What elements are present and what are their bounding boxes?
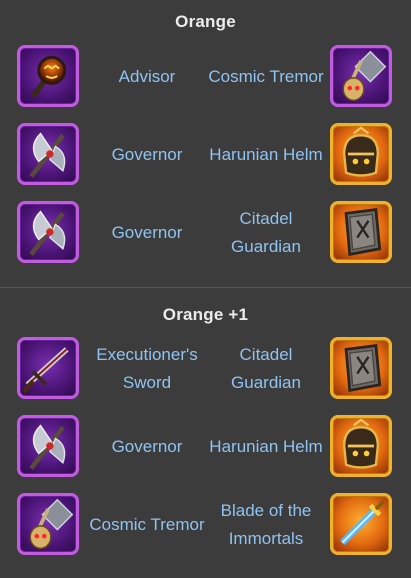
harunian-helm-icon[interactable] xyxy=(330,123,392,185)
cosmic-tremor-icon[interactable] xyxy=(330,45,392,107)
section-divider xyxy=(0,287,411,288)
item-name: Citadel Guardian xyxy=(231,345,301,392)
citadel-guardian-icon[interactable] xyxy=(330,201,392,263)
governor-icon[interactable] xyxy=(17,123,79,185)
item-name: Cosmic Tremor xyxy=(208,67,324,86)
item-name: Citadel Guardian xyxy=(231,209,301,256)
item-name: Advisor xyxy=(118,67,176,86)
item-row: Executioner's Sword Citadel Guardian xyxy=(0,337,411,407)
governor-icon[interactable] xyxy=(17,201,79,263)
cosmic-tremor-icon[interactable] xyxy=(17,493,79,555)
harunian-helm-icon[interactable] xyxy=(330,415,392,477)
item-row: Advisor Cosmic Tremor xyxy=(0,45,411,115)
item-name: Executioner's Sword xyxy=(96,345,198,392)
section-title-orange: Orange xyxy=(175,12,236,31)
item-name: Governor xyxy=(111,223,183,242)
item-name: Blade of the Immortals xyxy=(220,501,312,548)
item-name: Cosmic Tremor xyxy=(89,515,205,534)
item-name: Governor xyxy=(111,145,183,164)
section-title-orange-plus-1: Orange +1 xyxy=(162,305,249,324)
item-row: Cosmic Tremor Blade of the Immortals xyxy=(0,493,411,563)
item-name: Governor xyxy=(111,437,183,456)
governor-icon[interactable] xyxy=(17,415,79,477)
blade-of-the-immortals-icon[interactable] xyxy=(330,493,392,555)
item-name: Harunian Helm xyxy=(209,145,323,164)
executioners-sword-icon[interactable] xyxy=(17,337,79,399)
item-row: Governor Citadel Guardian xyxy=(0,201,411,271)
item-name: Harunian Helm xyxy=(209,437,323,456)
item-row: Governor Harunian Helm xyxy=(0,123,411,193)
advisor-icon[interactable] xyxy=(17,45,79,107)
item-row: Governor Harunian Helm xyxy=(0,415,411,485)
citadel-guardian-icon[interactable] xyxy=(330,337,392,399)
